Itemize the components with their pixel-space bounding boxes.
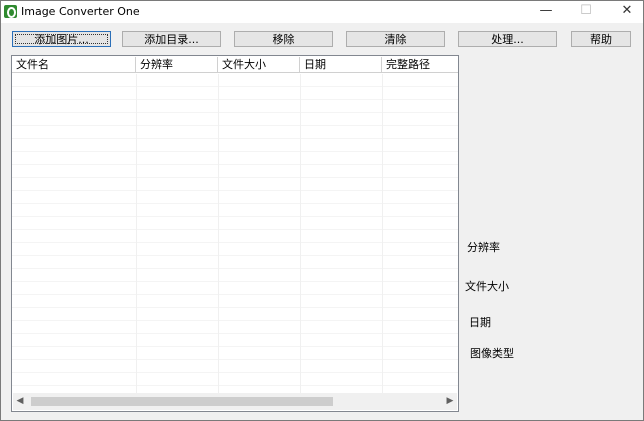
horizontal-scrollbar[interactable]: ◀ ▶ [13, 393, 457, 410]
process-button[interactable]: 处理... [458, 31, 557, 47]
date-label: 日期 [469, 316, 491, 329]
resolution-label: 分辨率 [467, 241, 500, 254]
scroll-thumb[interactable] [31, 397, 333, 406]
title-bar[interactable]: Image Converter One — ☐ ✕ [1, 1, 643, 23]
column-divider [300, 74, 301, 394]
app-icon [4, 5, 17, 18]
maximize-button[interactable]: ☐ [571, 1, 601, 23]
minimize-button[interactable]: — [531, 1, 561, 23]
column-divider [218, 74, 219, 394]
file-list[interactable]: 文件名 分辨率 文件大小 日期 完整路径 ◀ ▶ [11, 55, 459, 412]
remove-button[interactable]: 移除 [234, 31, 333, 47]
add-folder-button[interactable]: 添加目录... [122, 31, 221, 47]
scroll-left-icon[interactable]: ◀ [13, 393, 27, 410]
column-header-resolution[interactable]: 分辨率 [136, 57, 218, 73]
close-button[interactable]: ✕ [612, 1, 642, 23]
list-grid [12, 74, 458, 394]
column-header-file-size[interactable]: 文件大小 [218, 57, 300, 73]
file-size-label: 文件大小 [465, 280, 509, 293]
scroll-right-icon[interactable]: ▶ [443, 393, 457, 410]
help-button[interactable]: 帮助 [571, 31, 631, 47]
column-header-filename[interactable]: 文件名 [12, 57, 136, 73]
window-title: Image Converter One [21, 5, 140, 18]
column-header-full-path[interactable]: 完整路径 [382, 57, 458, 73]
image-type-label: 图像类型 [470, 347, 514, 360]
clear-button[interactable]: 清除 [346, 31, 445, 47]
app-window: Image Converter One — ☐ ✕ 添加图片... 添加目录..… [0, 0, 644, 421]
column-header-date[interactable]: 日期 [300, 57, 382, 73]
column-divider [136, 74, 137, 394]
column-divider [382, 74, 383, 394]
add-image-button[interactable]: 添加图片... [12, 31, 111, 47]
